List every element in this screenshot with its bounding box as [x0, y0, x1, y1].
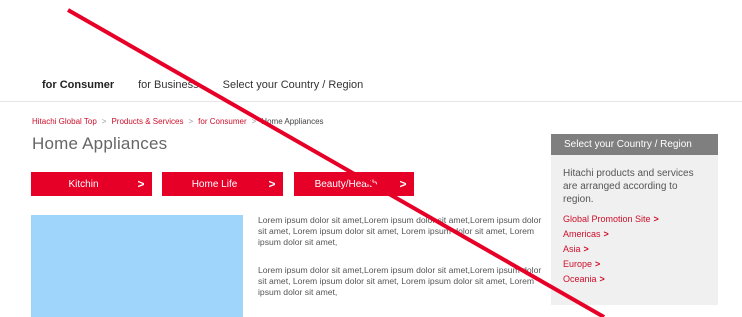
chevron-right-icon: > [595, 259, 601, 269]
sidebar-link-americas[interactable]: Americas > [563, 229, 706, 239]
sidebar-link-asia[interactable]: Asia > [563, 244, 706, 254]
hero-image-placeholder [31, 215, 243, 317]
chevron-right-icon: > [653, 214, 659, 224]
category-label: Home Life [191, 178, 238, 190]
link-label: Asia [563, 244, 581, 254]
breadcrumb-link-global-top[interactable]: Hitachi Global Top [32, 117, 97, 126]
chevron-right-icon: > [399, 177, 407, 191]
chevron-right-icon: > [137, 177, 145, 191]
category-label: Beauty/Health [314, 178, 378, 190]
sidebar-link-europe[interactable]: Europe > [563, 259, 706, 269]
category-button-beauty-health[interactable]: Beauty/Health > [294, 172, 414, 196]
breadcrumb: Hitachi Global Top > Products & Services… [32, 117, 324, 126]
link-label: Oceania [563, 274, 597, 284]
breadcrumb-separator: > [251, 117, 257, 126]
top-navigation: for Consumer for Business Select your Co… [42, 79, 387, 91]
breadcrumb-current: Home Appliances [261, 117, 324, 126]
sidebar-header: Select your Country / Region [551, 134, 718, 155]
chevron-right-icon: > [599, 274, 605, 284]
nav-divider [0, 101, 742, 102]
sidebar-link-global-promotion-site[interactable]: Global Promotion Site > [563, 214, 706, 224]
sidebar-link-oceania[interactable]: Oceania > [563, 274, 706, 284]
page-title: Home Appliances [32, 134, 168, 153]
chevron-right-icon: > [268, 177, 276, 191]
tab-for-consumer[interactable]: for Consumer [42, 79, 114, 91]
category-button-home-life[interactable]: Home Life > [162, 172, 283, 196]
tab-for-business[interactable]: for Business [138, 79, 199, 91]
breadcrumb-link-products-services[interactable]: Products & Services [111, 117, 183, 126]
link-label: Global Promotion Site [563, 214, 651, 224]
chevron-right-icon: > [583, 244, 589, 254]
sidebar-description: Hitachi products and services are arrang… [563, 168, 694, 205]
sidebar-panel: Hitachi products and services are arrang… [551, 155, 718, 305]
chevron-right-icon: > [603, 229, 609, 239]
breadcrumb-link-for-consumer[interactable]: for Consumer [198, 117, 246, 126]
category-label: Kitchin [68, 178, 99, 190]
link-label: Europe [563, 259, 593, 269]
link-label: Americas [563, 229, 601, 239]
breadcrumb-separator: > [101, 117, 107, 126]
tab-select-country-region[interactable]: Select your Country / Region [223, 79, 364, 91]
category-button-kitchin[interactable]: Kitchin > [31, 172, 152, 196]
body-paragraph: Lorem ipsum dolor sit amet,Lorem ipsum d… [258, 265, 542, 297]
body-paragraph: Lorem ipsum dolor sit amet,Lorem ipsum d… [258, 215, 542, 247]
breadcrumb-separator: > [188, 117, 194, 126]
